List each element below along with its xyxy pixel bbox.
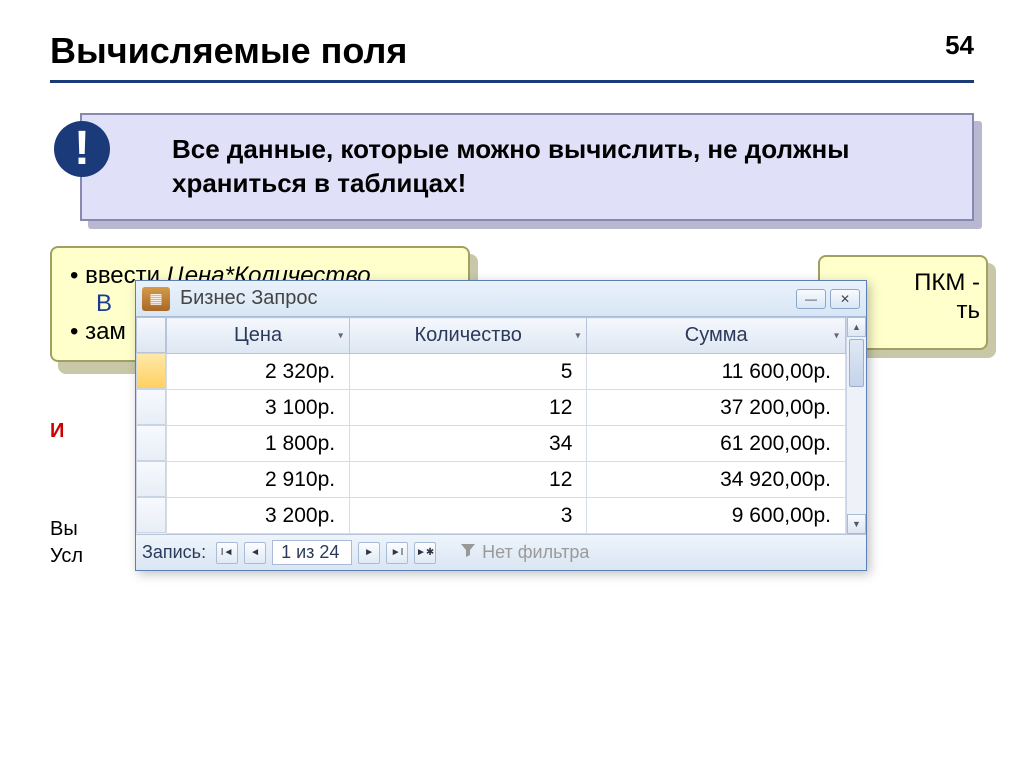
first-record-button[interactable]: I◄ — [216, 542, 238, 564]
data-grid: Цена▾ Количество▾ Сумма▾ 2 320р. 5 11 60… — [166, 317, 846, 534]
table-row[interactable]: 2 320р. 5 11 600,00р. — [167, 354, 846, 390]
chevron-down-icon[interactable]: ▾ — [834, 330, 839, 341]
next-record-button[interactable]: ► — [358, 542, 380, 564]
query-window: ▦ Бизнес Запрос — ✕ Цена▾ Количество▾ Су — [135, 280, 867, 571]
table-row[interactable]: 3 200р. 3 9 600,00р. — [167, 498, 846, 534]
callout-text: Все данные, которые можно вычислить, не … — [172, 134, 849, 198]
minimize-button[interactable]: — — [796, 289, 826, 309]
exclamation-icon: ! — [54, 121, 110, 177]
record-navigator: Запись: I◄ ◄ 1 из 24 ► ►I ►✱ Нет фильтра — [136, 534, 866, 570]
vertical-scrollbar[interactable]: ▲ ▼ — [846, 317, 866, 534]
prev-record-button[interactable]: ◄ — [244, 542, 266, 564]
chevron-down-icon[interactable]: ▾ — [575, 330, 580, 341]
row-selector[interactable] — [136, 497, 166, 533]
window-titlebar[interactable]: ▦ Бизнес Запрос — ✕ — [136, 281, 866, 317]
scroll-up-button[interactable]: ▲ — [847, 317, 866, 337]
info-callout: ! Все данные, которые можно вычислить, н… — [80, 113, 974, 221]
row-selector[interactable] — [136, 389, 166, 425]
datasheet-icon: ▦ — [142, 287, 170, 311]
window-title: Бизнес Запрос — [180, 287, 792, 310]
close-button[interactable]: ✕ — [830, 289, 860, 309]
row-selector[interactable] — [136, 353, 166, 389]
table-row[interactable]: 2 910р. 12 34 920,00р. — [167, 462, 846, 498]
column-header-qty[interactable]: Количество▾ — [350, 318, 587, 354]
record-position[interactable]: 1 из 24 — [272, 540, 352, 565]
slide-title: Вычисляемые поля — [50, 30, 407, 72]
table-row[interactable]: 3 100р. 12 37 200,00р. — [167, 390, 846, 426]
row-selector-column — [136, 317, 166, 534]
record-label: Запись: — [142, 542, 206, 563]
page-number: 54 — [945, 30, 974, 61]
column-header-price[interactable]: Цена▾ — [167, 318, 350, 354]
scroll-down-button[interactable]: ▼ — [847, 514, 866, 534]
filter-status: Нет фильтра — [460, 542, 589, 563]
new-record-button[interactable]: ►✱ — [414, 542, 436, 564]
column-header-sum[interactable]: Сумма▾ — [587, 318, 846, 354]
select-all-cell[interactable] — [136, 317, 166, 353]
background-fragment: И Вы Усл — [50, 420, 83, 572]
row-selector[interactable] — [136, 425, 166, 461]
last-record-button[interactable]: ►I — [386, 542, 408, 564]
slide-header: Вычисляемые поля 54 — [50, 30, 974, 83]
table-row[interactable]: 1 800р. 34 61 200,00р. — [167, 426, 846, 462]
funnel-icon — [460, 542, 476, 563]
scroll-track[interactable] — [847, 337, 866, 514]
chevron-down-icon[interactable]: ▾ — [338, 330, 343, 341]
row-selector[interactable] — [136, 461, 166, 497]
scroll-thumb[interactable] — [849, 339, 864, 387]
